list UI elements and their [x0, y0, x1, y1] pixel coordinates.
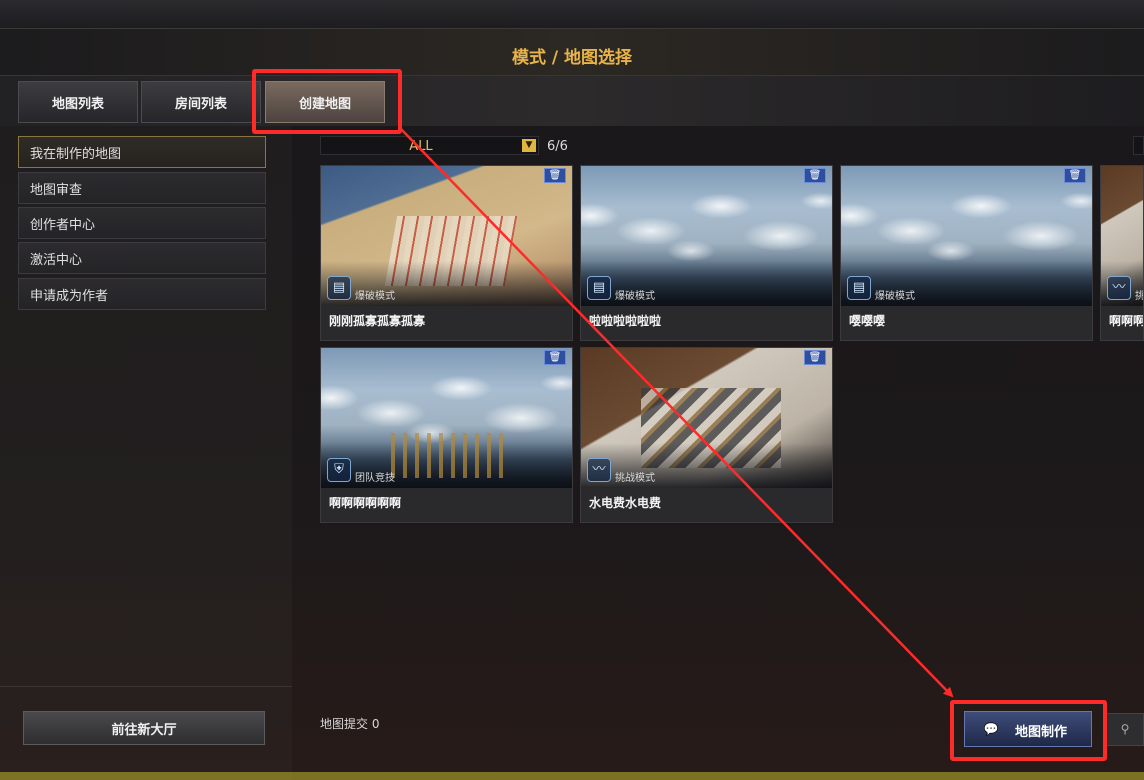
trash-icon[interactable]: 🗑 — [1064, 168, 1086, 183]
sidebar-item-my-maps[interactable]: 我在制作的地图 — [18, 136, 266, 168]
map-name: 啊啊啊啊啊啊 — [329, 496, 402, 510]
map-mode-label: 爆破模式 — [615, 291, 655, 302]
demolition-icon: ▤ — [327, 276, 351, 300]
map-mode-label: 团队竞技 — [355, 473, 395, 484]
map-name: 嘤嘤嘤 — [849, 314, 886, 328]
sidebar-item-creator-center[interactable]: 创作者中心 — [18, 207, 266, 239]
map-card[interactable]: 〰 挑 啊啊啊 — [1100, 165, 1144, 341]
page-title: 模式 / 地图选择 — [511, 48, 633, 68]
sidebar-item-activation-center[interactable]: 激活中心 — [18, 242, 266, 274]
trash-icon[interactable]: 🗑 — [804, 168, 826, 183]
map-submit-count: 地图提交 0 — [320, 717, 380, 731]
map-card[interactable]: 🗑 ⛨ 团队竞技 啊啊啊啊啊啊 — [320, 347, 573, 523]
demolition-icon: ▤ — [847, 276, 871, 300]
challenge-icon: 〰 — [587, 458, 611, 482]
tab-room-list[interactable]: 房间列表 — [141, 81, 261, 123]
sort-dropdown[interactable] — [1133, 136, 1144, 155]
go-new-lobby-button[interactable]: 前往新大厅 — [23, 711, 265, 745]
map-mode-label: 挑 — [1135, 291, 1144, 302]
map-card[interactable]: 🗑 ▤ 爆破模式 刚刚孤寡孤寡孤寡 — [320, 165, 573, 341]
map-card[interactable]: 🗑 ▤ 爆破模式 啦啦啦啦啦啦 — [580, 165, 833, 341]
tab-map-list[interactable]: 地图列表 — [18, 81, 138, 123]
map-mode-label: 挑战模式 — [615, 473, 655, 484]
trash-icon[interactable]: 🗑 — [544, 350, 566, 365]
highlight-box-create-map — [252, 69, 402, 134]
trash-icon[interactable]: 🗑 — [544, 168, 566, 183]
search-icon[interactable]: ⚲ — [1106, 713, 1144, 746]
top-strip — [0, 0, 1144, 29]
map-card[interactable]: 🗑 ▤ 爆破模式 嘤嘤嘤 — [840, 165, 1093, 341]
map-name: 啦啦啦啦啦啦 — [589, 314, 662, 328]
trash-icon[interactable]: 🗑 — [804, 350, 826, 365]
map-thumbnail — [321, 348, 572, 488]
map-card[interactable]: 🗑 〰 挑战模式 水电费水电费 — [580, 347, 833, 523]
map-thumbnail — [581, 348, 832, 488]
map-mode-label: 爆破模式 — [355, 291, 395, 302]
filter-value: ALL — [409, 139, 433, 154]
map-name: 刚刚孤寡孤寡孤寡 — [329, 314, 426, 328]
bottom-strip — [0, 772, 1144, 780]
demolition-icon: ▤ — [587, 276, 611, 300]
team-battle-icon: ⛨ — [327, 458, 351, 482]
map-name: 啊啊啊 — [1109, 314, 1144, 328]
mode-filter-dropdown[interactable]: ALL ▼ — [320, 136, 539, 155]
map-count: 6/6 — [547, 139, 568, 154]
map-thumbnail — [841, 166, 1092, 306]
highlight-box-map-make — [950, 700, 1107, 761]
map-thumbnail — [581, 166, 832, 306]
chevron-down-icon: ▼ — [522, 139, 536, 152]
sidebar-item-apply-author[interactable]: 申请成为作者 — [18, 278, 266, 310]
map-thumbnail — [321, 166, 572, 306]
divider — [0, 686, 292, 687]
challenge-icon: 〰 — [1107, 276, 1131, 300]
map-name: 水电费水电费 — [589, 496, 662, 510]
sidebar-item-map-review[interactable]: 地图审查 — [18, 172, 266, 204]
map-mode-label: 爆破模式 — [875, 291, 915, 302]
